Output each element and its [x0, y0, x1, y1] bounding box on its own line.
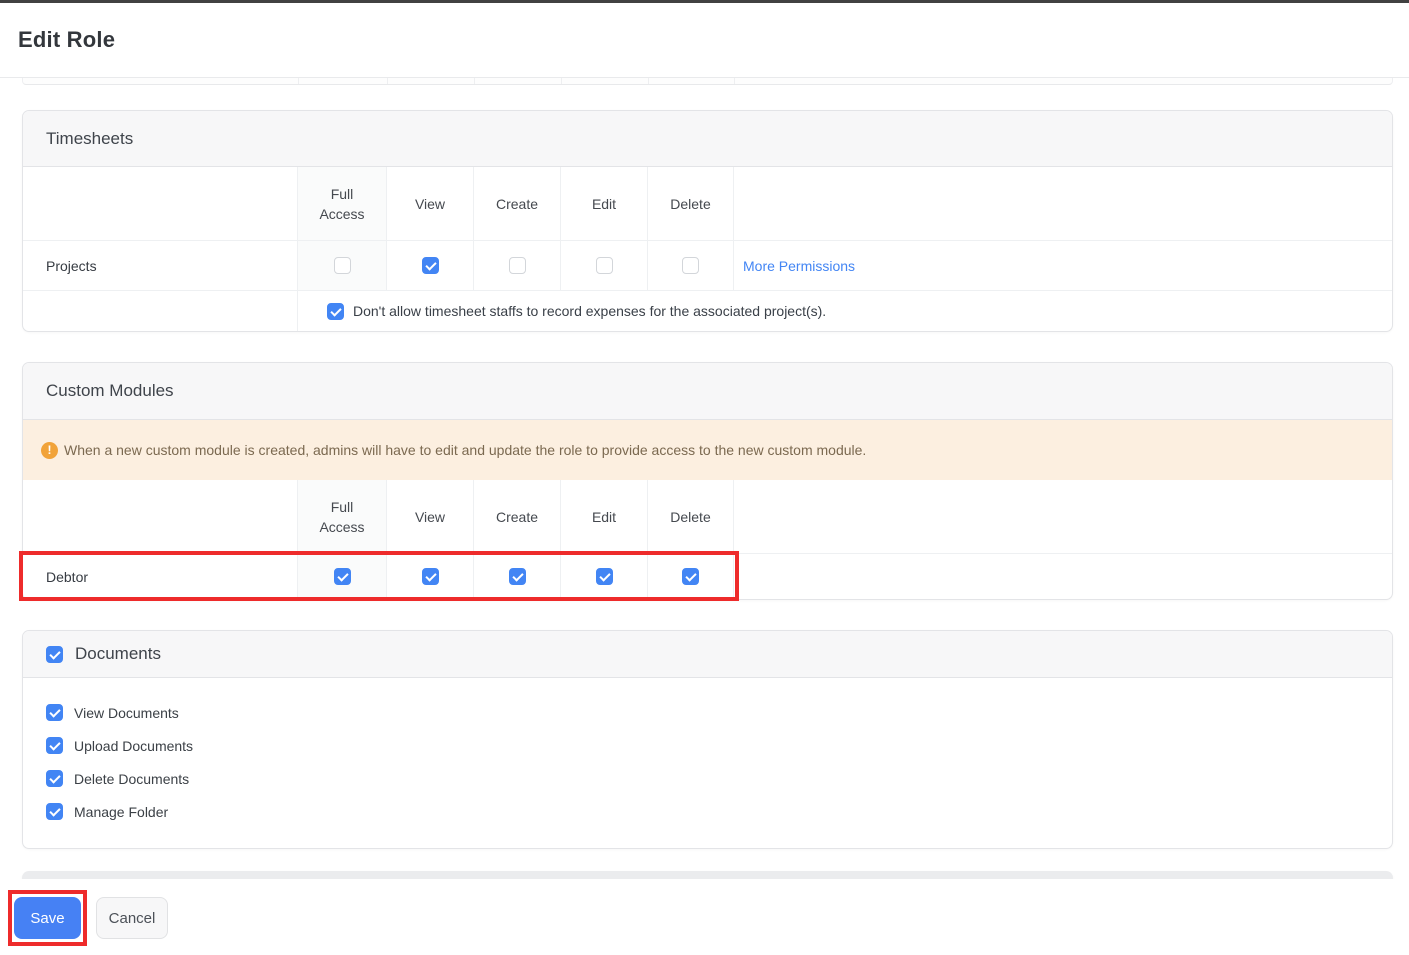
custom-modules-panel: Custom Modules ! When a new custom modul…	[22, 362, 1393, 600]
projects-view-checkbox[interactable]	[422, 257, 439, 274]
projects-full-access-checkbox[interactable]	[334, 257, 351, 274]
column-header-full-access: Full Access	[298, 480, 387, 553]
projects-create-checkbox[interactable]	[509, 257, 526, 274]
delete-documents-label: Delete Documents	[74, 771, 189, 787]
custom-modules-warning-text: When a new custom module is created, adm…	[64, 442, 866, 458]
custom-modules-warning-banner: ! When a new custom module is created, a…	[23, 420, 1392, 480]
documents-panel: Documents View Documents Upload Document…	[22, 630, 1393, 849]
empty-header-cell	[734, 480, 1392, 553]
manage-folder-label: Manage Folder	[74, 804, 168, 820]
column-header-full-access: Full Access	[298, 167, 387, 240]
document-permission-item: Upload Documents	[46, 737, 1369, 754]
empty-header-cell	[734, 167, 1392, 240]
documents-panel-title: Documents	[75, 644, 161, 664]
column-header-view: View	[387, 167, 474, 240]
document-permission-item: View Documents	[46, 704, 1369, 721]
empty-header-cell	[23, 167, 298, 240]
column-header-edit: Edit	[561, 167, 648, 240]
view-documents-checkbox[interactable]	[46, 704, 63, 721]
debtor-permission-row: Debtor	[23, 553, 1392, 599]
debtor-edit-checkbox[interactable]	[596, 568, 613, 585]
window-top-edge	[0, 0, 1409, 3]
column-header-edit: Edit	[561, 480, 648, 553]
empty-cell	[734, 554, 1392, 599]
timesheet-expense-restriction-label: Don't allow timesheet staffs to record e…	[353, 303, 826, 319]
row-label-projects: Projects	[23, 241, 298, 290]
projects-edit-checkbox[interactable]	[596, 257, 613, 274]
custom-modules-column-header-row: Full Access View Create Edit Delete	[23, 480, 1392, 553]
warning-icon: !	[41, 442, 58, 459]
timesheets-panel: Timesheets Full Access View Create Edit …	[22, 110, 1393, 332]
custom-modules-panel-title: Custom Modules	[46, 381, 174, 401]
empty-header-cell	[23, 480, 298, 553]
upload-documents-checkbox[interactable]	[46, 737, 63, 754]
cancel-button[interactable]: Cancel	[96, 897, 168, 939]
documents-module-checkbox[interactable]	[46, 646, 63, 663]
row-label-debtor: Debtor	[23, 554, 298, 599]
manage-folder-checkbox[interactable]	[46, 803, 63, 820]
upload-documents-label: Upload Documents	[74, 738, 193, 754]
debtor-delete-checkbox[interactable]	[682, 568, 699, 585]
column-header-delete: Delete	[648, 480, 734, 553]
delete-documents-checkbox[interactable]	[46, 770, 63, 787]
debtor-create-checkbox[interactable]	[509, 568, 526, 585]
timesheet-expense-restriction-checkbox[interactable]	[327, 303, 344, 320]
save-button[interactable]: Save	[14, 897, 81, 939]
document-permission-item: Delete Documents	[46, 770, 1369, 787]
custom-modules-panel-header: Custom Modules	[23, 363, 1392, 420]
timesheets-note-row: Don't allow timesheet staffs to record e…	[23, 290, 1392, 331]
page-title: Edit Role	[18, 27, 115, 53]
note-spacer-cell	[23, 291, 298, 331]
footer-background	[0, 879, 1409, 955]
timesheets-column-header-row: Full Access View Create Edit Delete	[23, 167, 1392, 240]
column-header-create: Create	[474, 480, 561, 553]
timesheets-panel-title: Timesheets	[46, 129, 133, 149]
documents-panel-header: Documents	[23, 631, 1392, 678]
debtor-full-access-checkbox[interactable]	[334, 568, 351, 585]
scrolled-table-sliver	[22, 78, 1393, 85]
projects-delete-checkbox[interactable]	[682, 257, 699, 274]
document-permission-item: Manage Folder	[46, 803, 1369, 820]
projects-permission-row: Projects More Permissions	[23, 240, 1392, 290]
timesheets-panel-header: Timesheets	[23, 111, 1392, 167]
view-documents-label: View Documents	[74, 705, 179, 721]
next-panel-top-sliver	[22, 871, 1393, 879]
column-header-create: Create	[474, 167, 561, 240]
column-header-view: View	[387, 480, 474, 553]
more-permissions-link[interactable]: More Permissions	[743, 258, 855, 274]
column-header-delete: Delete	[648, 167, 734, 240]
debtor-view-checkbox[interactable]	[422, 568, 439, 585]
